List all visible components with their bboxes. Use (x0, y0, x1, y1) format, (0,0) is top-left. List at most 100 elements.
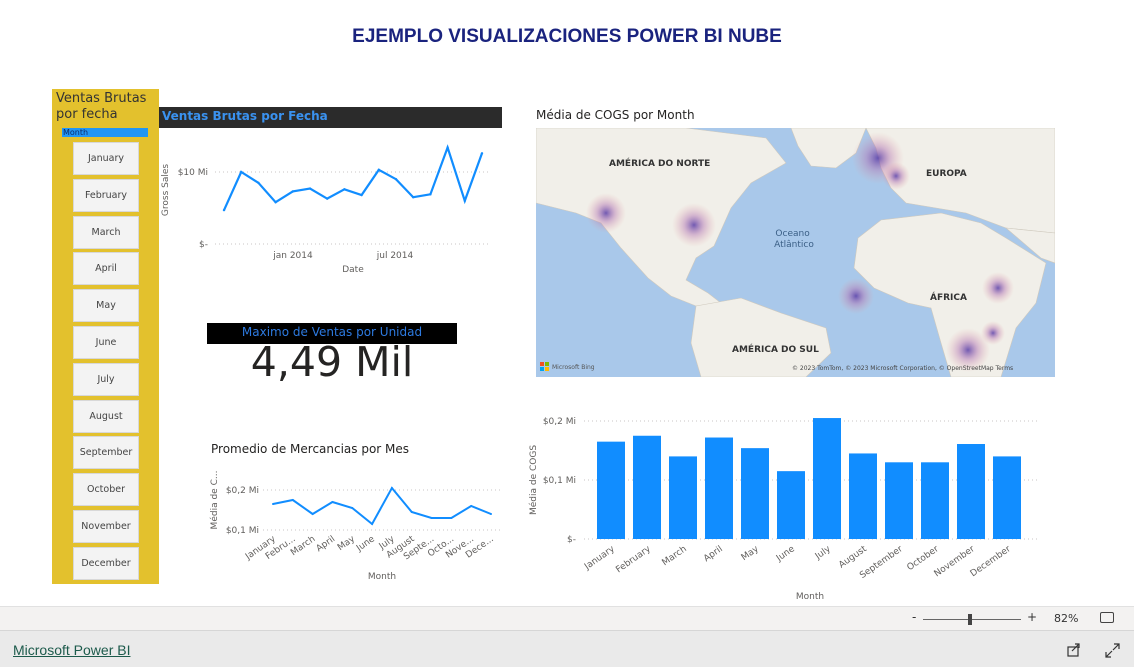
gross-sales-point[interactable] (326, 197, 329, 200)
bar-september[interactable] (885, 462, 913, 539)
slicer-item-october[interactable]: October (73, 473, 139, 507)
gross-sales-point[interactable] (343, 188, 346, 191)
gross-sales-point[interactable] (377, 168, 380, 172)
map-attribution[interactable]: © 2023 TomTom, © 2023 Microsoft Corporat… (792, 365, 1013, 372)
slicer-item-july[interactable]: July (73, 362, 139, 396)
microsoft-logo-icon (545, 362, 549, 366)
avg-merch-point[interactable] (390, 487, 393, 489)
cogs-map[interactable]: AMÉRICA DO NORTE EUROPA Oceano Atlântico… (536, 128, 1055, 377)
gross-sales-point[interactable] (412, 196, 415, 199)
fit-to-page-icon[interactable] (1100, 612, 1114, 623)
slicer-item-december[interactable]: December (73, 546, 139, 580)
slicer-item-november[interactable]: November (73, 510, 139, 543)
microsoft-logo-icon (545, 367, 549, 371)
bar-chart-xtick: December (969, 544, 1013, 579)
line-chart-xtick: jul 2014 (376, 251, 414, 261)
map-title: Média de COGS por Month (536, 108, 695, 122)
bar-april[interactable] (705, 437, 733, 539)
slicer-item-june[interactable]: June (73, 326, 139, 359)
bar-chart-xlabel: Month (796, 592, 824, 602)
avg-merch-point[interactable] (410, 511, 413, 513)
avg-merch-point[interactable] (311, 513, 314, 515)
bar-chart-xtick: March (661, 544, 689, 568)
power-bi-link[interactable]: Microsoft Power BI (13, 642, 130, 658)
bar-chart-ytick: $- (567, 535, 576, 545)
gross-sales-point[interactable] (480, 152, 484, 155)
cogs-bar-chart[interactable]: Média de COGS $0,2 Mi $0,1 Mi $- Month J… (520, 405, 1050, 605)
map-bing-label: Microsoft Bing (552, 364, 595, 371)
gross-sales-point[interactable] (446, 146, 449, 149)
avg-merch-series-line (272, 486, 492, 526)
avg-merch-point[interactable] (351, 507, 354, 509)
gross-sales-point[interactable] (394, 178, 398, 181)
heatmap-spot (586, 193, 626, 233)
slicer-item-april[interactable]: April (73, 252, 139, 286)
slicer-item-january[interactable]: January (73, 142, 139, 175)
heatmap-spot (882, 162, 910, 190)
bar-december[interactable] (993, 456, 1021, 539)
small-line-ytick: $0,2 Mi (226, 486, 259, 496)
bar-january[interactable] (597, 441, 625, 539)
map-label-ocean: Oceano Atlântico (774, 229, 814, 250)
line-chart-ylabel: Gross Sales (161, 164, 171, 216)
bar-june[interactable] (777, 471, 805, 539)
gross-sales-point[interactable] (463, 199, 466, 202)
bar-october[interactable] (921, 462, 949, 539)
avg-merch-point[interactable] (371, 523, 374, 525)
microsoft-logo-icon (540, 362, 544, 366)
gross-sales-point[interactable] (360, 193, 363, 197)
gross-sales-point[interactable] (429, 193, 432, 196)
bar-chart-ytick: $0,1 Mi (543, 476, 576, 486)
zoom-level: 82% (1054, 612, 1079, 625)
bar-chart-xtick: April (702, 544, 725, 564)
map-canvas: AMÉRICA DO NORTE EUROPA Oceano Atlântico… (536, 128, 1055, 377)
map-label-north-america: AMÉRICA DO NORTE (609, 157, 710, 169)
zoom-out-button[interactable]: - (912, 610, 916, 624)
small-line-xtick: May (336, 534, 358, 553)
line-chart-xtick: jan 2014 (272, 251, 313, 261)
avg-merch-point[interactable] (490, 513, 492, 515)
bar-march[interactable] (669, 456, 697, 539)
bar-november[interactable] (957, 444, 985, 539)
avg-merch-point[interactable] (450, 517, 453, 519)
avg-merch-point[interactable] (291, 499, 294, 501)
avg-merch-point[interactable] (470, 505, 473, 507)
slicer-item-september[interactable]: September (73, 436, 139, 470)
bar-july[interactable] (813, 418, 841, 539)
avg-merch-point[interactable] (272, 503, 274, 505)
bar-chart-ytick: $0,2 Mi (543, 417, 576, 427)
slicer-item-august[interactable]: August (73, 399, 139, 433)
heatmap-spot (982, 272, 1014, 304)
slicer-item-march[interactable]: March (73, 215, 139, 249)
gross-sales-point[interactable] (308, 187, 312, 190)
page-title: EJEMPLO VISUALIZACIONES POWER BI NUBE (352, 26, 782, 47)
share-icon[interactable] (1066, 642, 1082, 658)
bar-chart-ylabel: Média de COGS (528, 445, 539, 515)
avg-merch-point[interactable] (430, 517, 433, 519)
gross-sales-point[interactable] (274, 201, 277, 204)
avg-merch-point[interactable] (331, 501, 334, 503)
gross-sales-point[interactable] (222, 208, 226, 212)
heatmap-spot (672, 203, 716, 247)
zoom-in-button[interactable]: + (1027, 610, 1037, 624)
gross-sales-point[interactable] (240, 170, 243, 174)
bar-august[interactable] (849, 453, 877, 539)
bar-february[interactable] (633, 435, 661, 539)
avg-merch-chart-title: Promedio de Mercancias por Mes (211, 442, 410, 456)
map-label-africa: ÁFRICA (930, 291, 967, 303)
slicer-item-february[interactable]: February (73, 178, 139, 212)
slicer-item-may[interactable]: May (73, 289, 139, 323)
fullscreen-icon[interactable] (1105, 643, 1120, 658)
zoom-slider-thumb[interactable] (968, 614, 973, 625)
gross-sales-line-chart[interactable]: Gross Sales $10 Mi $- jan 2014 jul 2014 … (159, 128, 502, 278)
gross-sales-series-line (222, 144, 484, 211)
bar-may[interactable] (741, 448, 769, 539)
bar-chart-xtick: February (614, 544, 653, 575)
map-label-ocean-line: Oceano (775, 229, 810, 239)
gross-sales-point[interactable] (257, 181, 260, 184)
small-line-xtick: June (354, 534, 377, 554)
avg-merch-line-chart[interactable]: Média de C... $0,2 Mi $0,1 Mi Month Janu… (205, 470, 505, 585)
gross-sales-point[interactable] (291, 190, 294, 193)
bar-chart-xtick: January (582, 544, 617, 573)
small-line-ylabel: Média de C... (209, 471, 220, 530)
